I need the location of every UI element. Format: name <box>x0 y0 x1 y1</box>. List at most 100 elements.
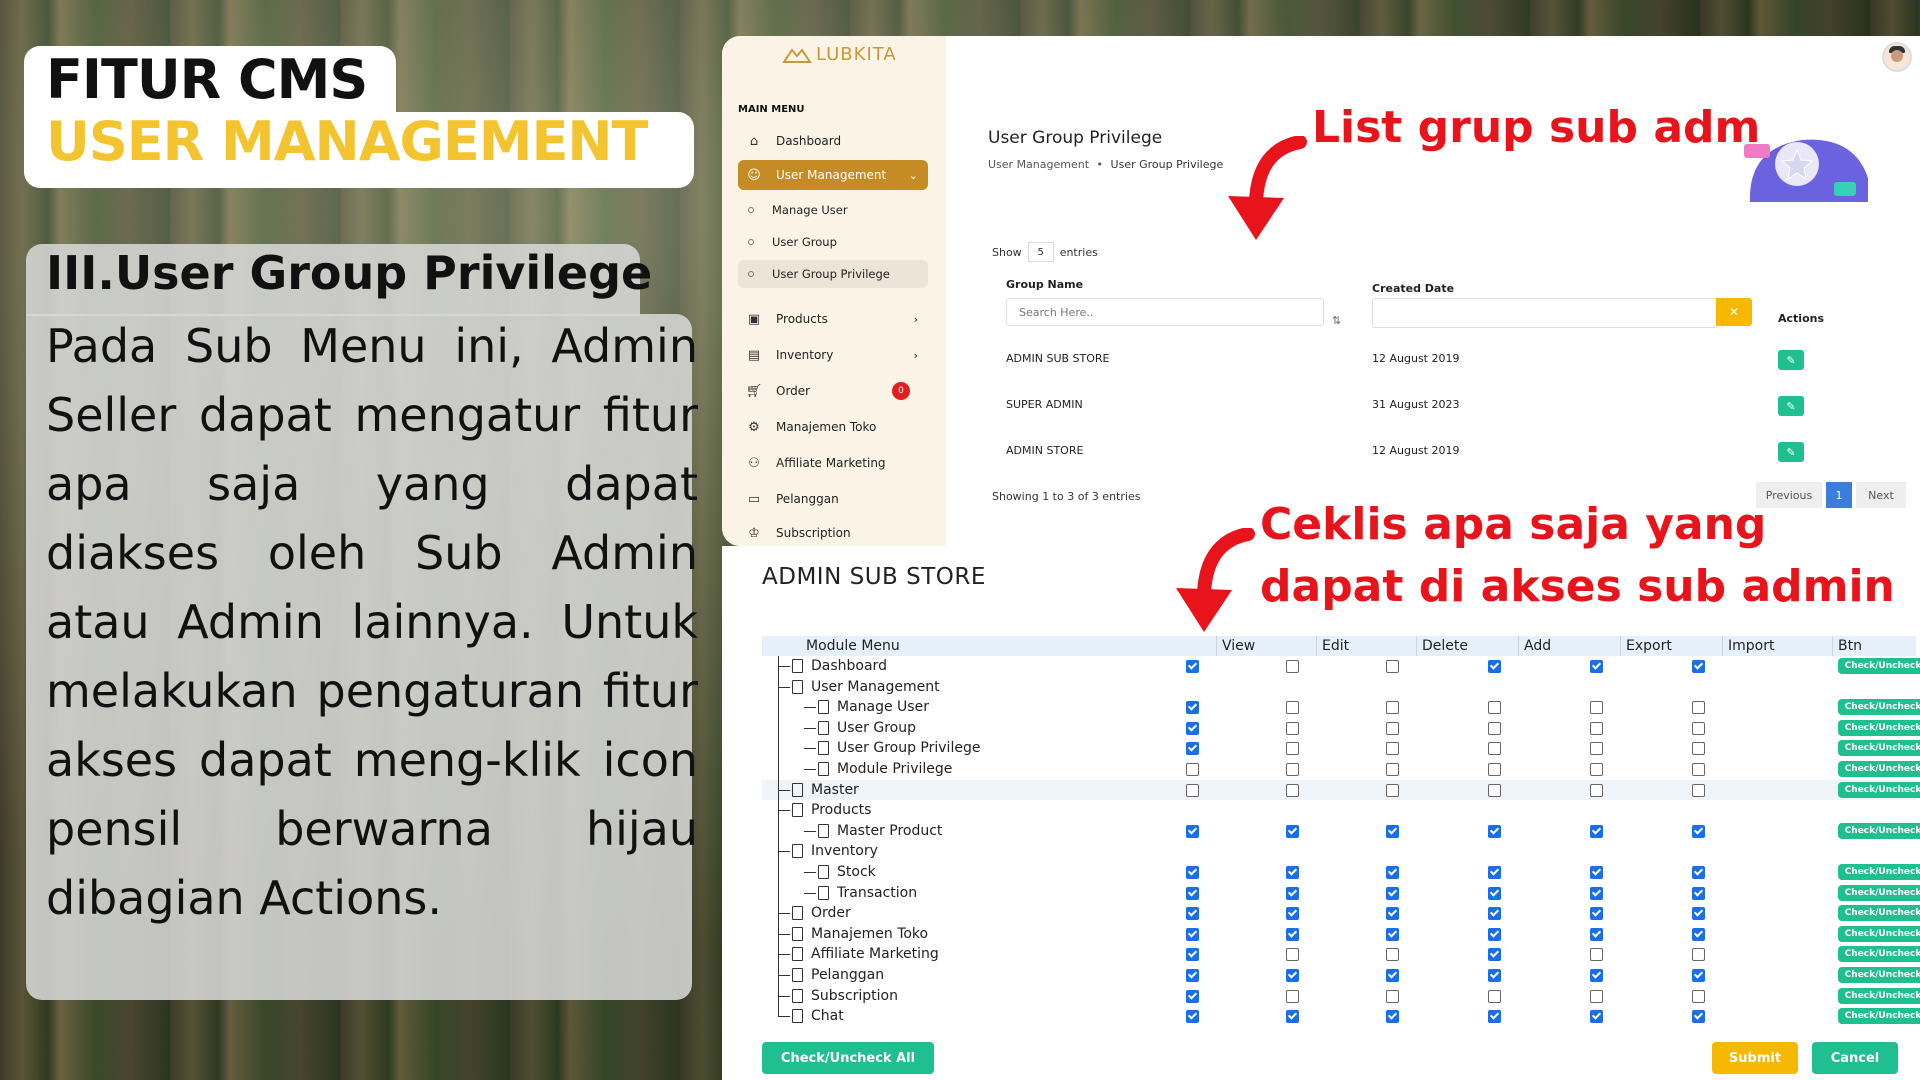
entries-select[interactable]: 5 <box>1027 242 1054 262</box>
check-uncheck-all-button[interactable]: Check/Uncheck All <box>762 1042 934 1074</box>
permission-checkbox[interactable] <box>1186 742 1199 756</box>
permission-checkbox[interactable] <box>1590 783 1603 797</box>
permission-checkbox[interactable] <box>1488 969 1501 982</box>
permission-checkbox[interactable] <box>1286 886 1299 900</box>
created-date-filter-input[interactable] <box>1372 298 1718 328</box>
permission-checkbox[interactable] <box>1286 969 1299 982</box>
permission-checkbox[interactable] <box>1488 989 1501 1003</box>
permission-checkbox[interactable] <box>1692 824 1705 838</box>
sidebar-item-affiliate-marketing[interactable]: ⚇ Affiliate Marketing <box>738 448 928 478</box>
permission-checkbox[interactable] <box>1286 927 1299 941</box>
permission-checkbox[interactable] <box>1186 969 1199 982</box>
permission-checkbox[interactable] <box>1590 1010 1603 1024</box>
permission-checkbox[interactable] <box>1386 763 1399 776</box>
permission-checkbox[interactable] <box>1488 763 1501 776</box>
check-uncheck-row-button[interactable]: Check/Uncheck <box>1838 967 1920 983</box>
module-name[interactable]: Manage User <box>818 697 929 717</box>
breadcrumb-parent[interactable]: User Management <box>988 158 1089 171</box>
permission-checkbox[interactable] <box>1386 907 1399 921</box>
permission-checkbox[interactable] <box>1692 742 1705 756</box>
permission-checkbox[interactable] <box>1286 763 1299 776</box>
permission-checkbox[interactable] <box>1488 701 1501 715</box>
check-uncheck-row-button[interactable]: Check/Uncheck <box>1838 822 1920 839</box>
module-name[interactable]: User Group Privilege <box>818 738 980 758</box>
check-uncheck-row-button[interactable]: Check/Uncheck <box>1838 946 1920 963</box>
permission-checkbox[interactable] <box>1286 660 1299 673</box>
permission-checkbox[interactable] <box>1692 969 1705 982</box>
check-uncheck-row-button[interactable]: Check/Uncheck <box>1838 719 1920 736</box>
permission-checkbox[interactable] <box>1186 721 1199 735</box>
permission-checkbox[interactable] <box>1488 824 1501 838</box>
module-name[interactable]: Chat <box>792 1006 844 1026</box>
permission-checkbox[interactable] <box>1386 927 1399 941</box>
module-name[interactable]: Products <box>792 800 871 820</box>
permission-checkbox[interactable] <box>1488 721 1501 735</box>
check-uncheck-row-button[interactable]: Check/Uncheck <box>1838 905 1920 922</box>
check-uncheck-row-button[interactable]: Check/Uncheck <box>1838 699 1920 716</box>
permission-checkbox[interactable] <box>1286 907 1299 921</box>
edit-button[interactable]: ✎ <box>1778 442 1804 462</box>
permission-checkbox[interactable] <box>1386 886 1399 900</box>
submit-button[interactable]: Submit <box>1712 1042 1798 1074</box>
module-name[interactable]: Subscription <box>792 986 898 1006</box>
permission-checkbox[interactable] <box>1386 1010 1399 1024</box>
permission-checkbox[interactable] <box>1186 866 1199 879</box>
permission-checkbox[interactable] <box>1488 927 1501 941</box>
check-uncheck-row-button[interactable]: Check/Uncheck <box>1838 884 1920 901</box>
permission-checkbox[interactable] <box>1488 886 1501 900</box>
permission-checkbox[interactable] <box>1590 948 1603 962</box>
module-name[interactable]: Inventory <box>792 841 878 861</box>
permission-checkbox[interactable] <box>1386 969 1399 982</box>
check-uncheck-row-button[interactable]: Check/Uncheck <box>1838 987 1920 1004</box>
permission-checkbox[interactable] <box>1590 742 1603 756</box>
permission-checkbox[interactable] <box>1488 1010 1501 1024</box>
permission-checkbox[interactable] <box>1692 907 1705 921</box>
column-header-created-date[interactable]: Created Date <box>1372 282 1454 295</box>
avatar[interactable] <box>1882 42 1912 72</box>
permission-checkbox[interactable] <box>1186 927 1199 941</box>
sidebar-item-manajemen-toko[interactable]: ⚙ Manajemen Toko <box>738 412 928 442</box>
permission-checkbox[interactable] <box>1590 701 1603 715</box>
submenu-manage-user[interactable]: Manage User <box>738 196 928 224</box>
permission-checkbox[interactable] <box>1590 763 1603 776</box>
permission-checkbox[interactable] <box>1692 948 1705 962</box>
module-name[interactable]: Dashboard <box>792 656 887 676</box>
permission-checkbox[interactable] <box>1386 948 1399 962</box>
sidebar-item-pelanggan[interactable]: ▭ Pelanggan <box>738 484 928 514</box>
permission-checkbox[interactable] <box>1692 660 1705 673</box>
permission-checkbox[interactable] <box>1286 721 1299 735</box>
module-name[interactable]: Order <box>792 903 851 923</box>
permission-checkbox[interactable] <box>1186 989 1199 1003</box>
permission-checkbox[interactable] <box>1386 660 1399 673</box>
permission-checkbox[interactable] <box>1488 783 1501 797</box>
permission-checkbox[interactable] <box>1692 763 1705 776</box>
permission-checkbox[interactable] <box>1286 1010 1299 1024</box>
permission-checkbox[interactable] <box>1590 866 1603 879</box>
module-name[interactable]: Pelanggan <box>792 965 884 985</box>
permission-checkbox[interactable] <box>1186 1010 1199 1024</box>
permission-checkbox[interactable] <box>1488 907 1501 921</box>
cancel-button[interactable]: Cancel <box>1812 1042 1898 1074</box>
permission-checkbox[interactable] <box>1590 969 1603 982</box>
edit-button[interactable]: ✎ <box>1778 396 1804 416</box>
permission-checkbox[interactable] <box>1186 907 1199 921</box>
edit-button[interactable]: ✎ <box>1778 350 1804 370</box>
sidebar-item-inventory[interactable]: ▤ Inventory › <box>738 340 928 370</box>
permission-checkbox[interactable] <box>1590 660 1603 673</box>
submenu-user-group[interactable]: User Group <box>738 228 928 256</box>
permission-checkbox[interactable] <box>1692 721 1705 735</box>
check-uncheck-row-button[interactable]: Check/Uncheck <box>1838 781 1920 798</box>
sidebar-item-subscription[interactable]: ♔ Subscription <box>738 518 928 546</box>
permission-checkbox[interactable] <box>1590 824 1603 838</box>
permission-checkbox[interactable] <box>1286 824 1299 838</box>
module-name[interactable]: User Management <box>792 677 940 697</box>
sort-icon[interactable]: ⇅ <box>1332 314 1341 327</box>
permission-checkbox[interactable] <box>1286 866 1299 879</box>
sidebar-item-products[interactable]: ▣ Products › <box>738 304 928 334</box>
sidebar-item-user-management[interactable]: ☺ User Management ⌄ <box>738 160 928 190</box>
clear-date-button[interactable]: ✕ <box>1716 298 1752 326</box>
permission-checkbox[interactable] <box>1488 660 1501 673</box>
check-uncheck-row-button[interactable]: Check/Uncheck <box>1838 658 1920 674</box>
check-uncheck-row-button[interactable]: Check/Uncheck <box>1838 761 1920 777</box>
permission-checkbox[interactable] <box>1386 742 1399 756</box>
